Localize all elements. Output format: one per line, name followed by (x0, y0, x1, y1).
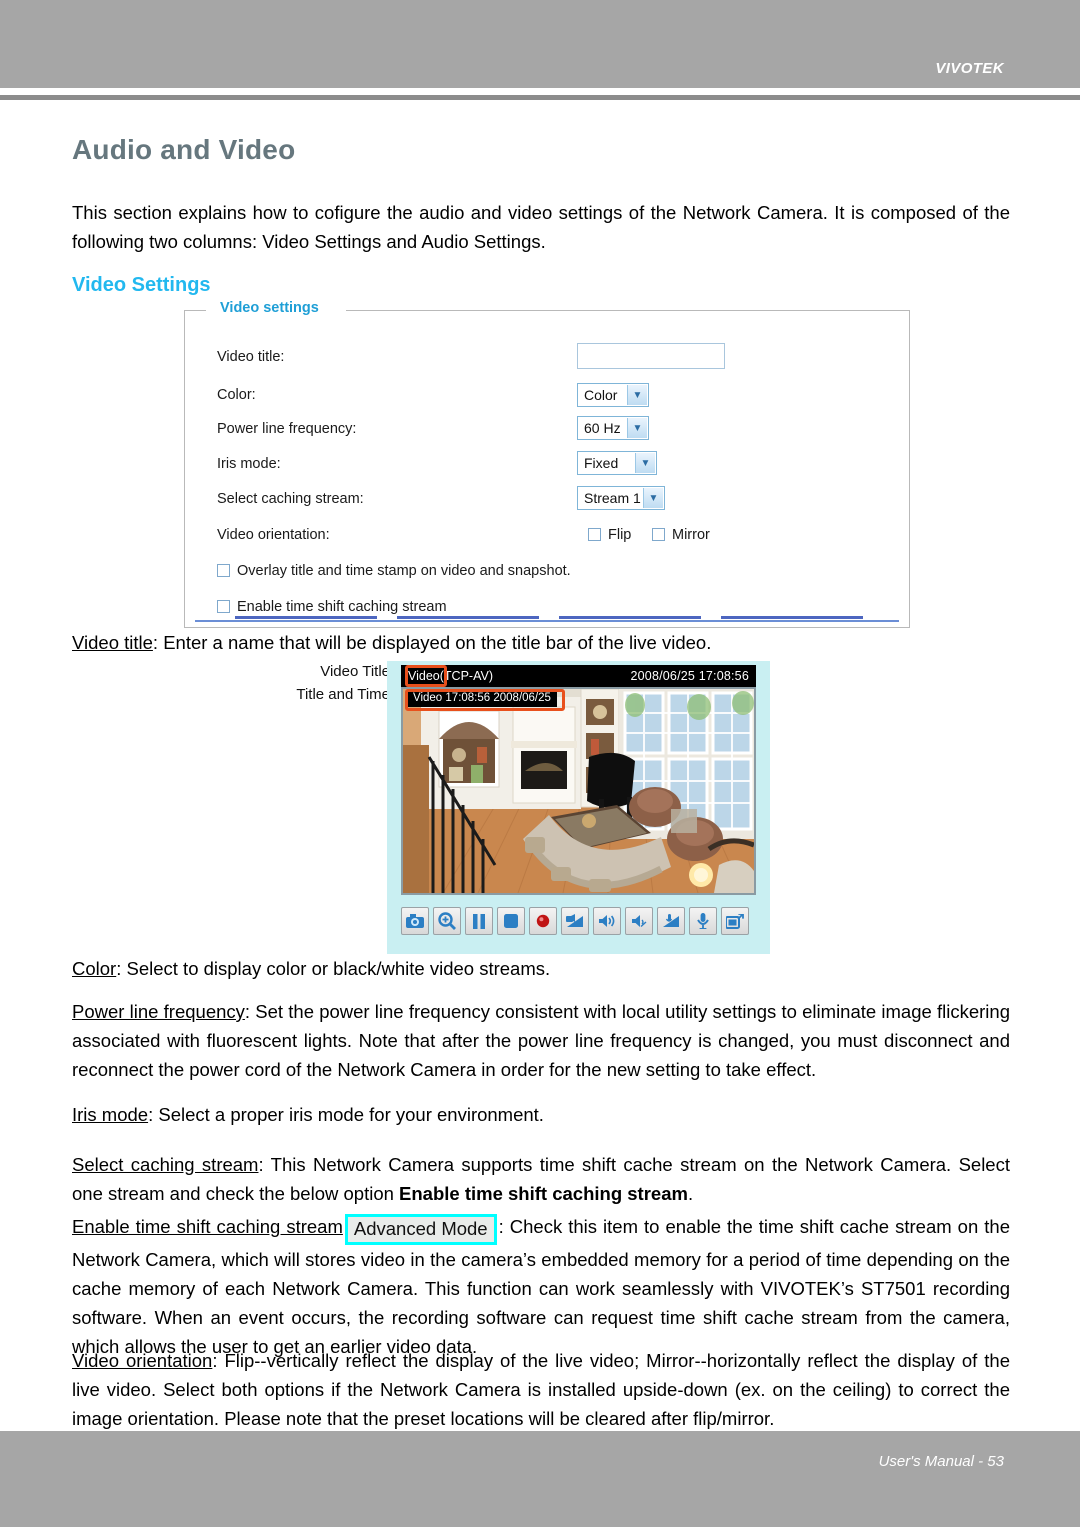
power-line-frequency-value: 60 Hz (584, 420, 621, 436)
chevron-down-icon: ▼ (627, 385, 647, 405)
intro-paragraph: This section explains how to cofigure th… (72, 202, 1010, 252)
caching-stream-value: Stream 1 (584, 490, 641, 506)
term-video-title: Video title (72, 632, 153, 653)
highlight-box-title-and-time (405, 689, 565, 711)
label-color: Color: (217, 387, 256, 403)
overlay-checkbox[interactable] (217, 564, 230, 577)
text-select-caching-bold: Enable time shift caching stream (399, 1183, 688, 1204)
iris-mode-value: Fixed (584, 455, 619, 471)
color-select[interactable]: Color ▼ (577, 383, 649, 407)
chevron-down-icon: ▼ (643, 488, 663, 508)
flip-label: Flip (608, 527, 632, 543)
overlay-label: Overlay title and time stamp on video an… (237, 563, 571, 579)
live-video-frame (401, 687, 756, 895)
living-room-scene (403, 689, 754, 893)
term-select-caching-stream: Select caching stream (72, 1154, 259, 1175)
power-line-frequency-select[interactable]: 60 Hz ▼ (577, 416, 649, 440)
annotation-title-and-time-label: Title and Time (296, 686, 390, 703)
color-select-value: Color (584, 387, 618, 403)
text-iris-mode: : Select a proper iris mode for your env… (148, 1104, 544, 1125)
paragraph-video-orientation: Video orientation: Flip--vertically refl… (72, 1346, 1010, 1433)
record-icon[interactable] (529, 907, 557, 935)
flip-checkbox[interactable] (588, 528, 601, 541)
stop-icon[interactable] (497, 907, 525, 935)
paragraph-video-title: Video title: Enter a name that will be d… (72, 628, 1010, 657)
label-video-title: Video title: (217, 349, 285, 365)
text-video-orientation: : Flip--vertically reflect the display o… (72, 1350, 1010, 1429)
video-settings-panel: Video title: Color: Color ▼ Power line f… (184, 310, 910, 628)
term-iris-mode: Iris mode (72, 1104, 149, 1125)
live-video-illustration: Video(TCP-AV) 2008/06/25 17:08:56 Video … (387, 661, 770, 954)
annotation-video-title-label: Video Title (320, 663, 390, 680)
text-enable-timeshift: : Check this item to enable the time shi… (72, 1216, 1010, 1357)
term-power-line-frequency: Power line frequency (72, 1001, 245, 1022)
flip-checkbox-row[interactable]: Flip (588, 527, 631, 543)
speaker-mute-icon[interactable] (625, 907, 653, 935)
text-video-title: : Enter a name that will be displayed on… (152, 632, 712, 653)
page-header-band: VIVOTEK (0, 0, 1080, 88)
label-select-caching-stream: Select caching stream: (217, 491, 364, 507)
highlight-box-video-title (405, 665, 447, 687)
iris-mode-select[interactable]: Fixed ▼ (577, 451, 657, 475)
tab-stream-2[interactable] (397, 616, 539, 619)
microphone-icon[interactable] (689, 907, 717, 935)
paragraph-select-caching-stream: Select caching stream: This Network Came… (72, 1150, 1010, 1208)
video-title-input[interactable] (577, 343, 725, 369)
footer-page-label: User's Manual - 53 (878, 1453, 1004, 1470)
vivotek-logo: VIVOTEK (935, 60, 1004, 77)
term-video-orientation: Video orientation (72, 1350, 213, 1371)
label-iris-mode: Iris mode: (217, 456, 281, 472)
overlay-checkbox-row[interactable]: Overlay title and time stamp on video an… (217, 563, 571, 579)
mirror-checkbox-row[interactable]: Mirror (652, 527, 710, 543)
chevron-down-icon: ▼ (627, 418, 647, 438)
caching-stream-select[interactable]: Stream 1 ▼ (577, 486, 665, 510)
advanced-mode-badge: Advanced Mode (344, 1214, 497, 1245)
page-footer-band: User's Manual - 53 (0, 1431, 1080, 1527)
stream-tabs-strip[interactable] (185, 613, 909, 627)
paragraph-enable-timeshift: Enable time shift caching stream Advanced… (72, 1212, 1010, 1361)
mirror-label: Mirror (672, 527, 710, 543)
video-title-bar: Video(TCP-AV) 2008/06/25 17:08:56 (401, 665, 756, 687)
video-title-bar-timestamp: 2008/06/25 17:08:56 (630, 669, 749, 683)
speaker-icon[interactable] (593, 907, 621, 935)
tab-stream-1[interactable] (235, 616, 377, 619)
paragraph-color: Color: Select to display color or black/… (72, 954, 1010, 983)
tab-stream-3[interactable] (559, 616, 701, 619)
microphone-level-icon[interactable] (657, 907, 685, 935)
video-title-protocol: (TCP-AV) (439, 669, 493, 683)
digital-zoom-icon[interactable] (433, 907, 461, 935)
tab-stream-4[interactable] (721, 616, 863, 619)
label-power-line-frequency: Power line frequency: (217, 421, 357, 437)
video-player-toolbar[interactable] (401, 907, 759, 941)
enable-timeshift-checkbox[interactable] (217, 600, 230, 613)
video-settings-legend: Video settings (212, 300, 327, 316)
term-color: Color (72, 958, 117, 979)
text-color: : Select to display color or black/white… (116, 958, 551, 979)
chevron-down-icon: ▼ (635, 453, 655, 473)
header-divider-rule (0, 95, 1080, 100)
text-select-caching-after: . (687, 1183, 694, 1204)
page-title: Audio and Video (72, 134, 296, 165)
paragraph-iris-mode: Iris mode: Select a proper iris mode for… (72, 1100, 1010, 1129)
tab-underline-base (195, 620, 899, 622)
paragraph-power-line-frequency: Power line frequency: Set the power line… (72, 997, 1010, 1084)
section-title-video-settings: Video Settings (72, 274, 211, 296)
volume-level-icon[interactable] (561, 907, 589, 935)
term-enable-timeshift: Enable time shift caching stream (72, 1216, 343, 1237)
fullscreen-icon[interactable] (721, 907, 749, 935)
snapshot-icon[interactable] (401, 907, 429, 935)
label-video-orientation: Video orientation: (217, 527, 330, 543)
mirror-checkbox[interactable] (652, 528, 665, 541)
pause-icon[interactable] (465, 907, 493, 935)
